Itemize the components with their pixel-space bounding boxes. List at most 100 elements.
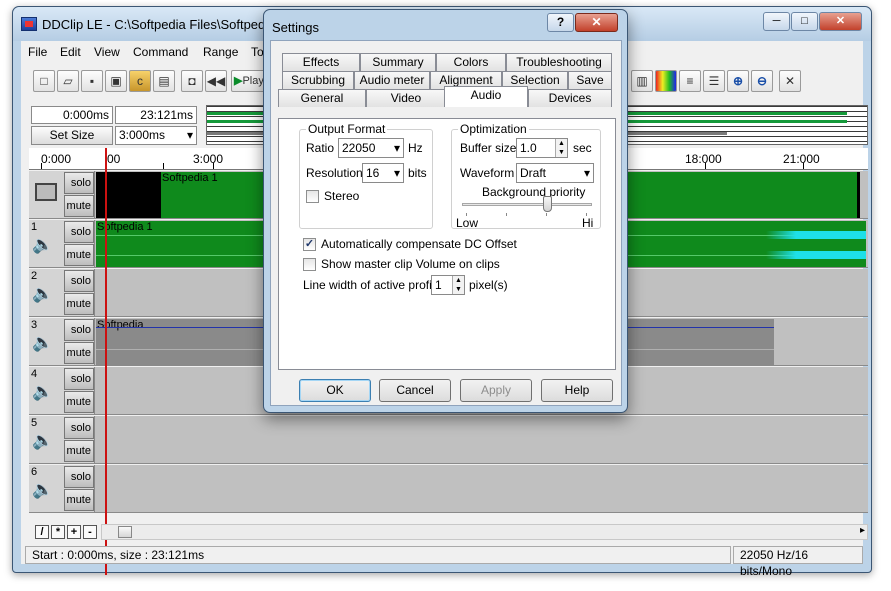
solo-button[interactable]: solo	[64, 270, 94, 292]
maximize-button[interactable]: □	[791, 12, 818, 31]
plus-button[interactable]: +	[67, 525, 81, 539]
ruler-tick	[163, 163, 164, 169]
speaker-icon[interactable]: 🔈	[32, 284, 53, 304]
mute-button[interactable]: mute	[64, 342, 94, 364]
zoom-out-icon[interactable]: ⊖	[751, 70, 773, 92]
slash-button[interactable]: /	[35, 525, 49, 539]
ratio-select[interactable]: 22050	[338, 138, 404, 158]
horizontal-scrollbar[interactable]: ▸	[101, 524, 868, 540]
star-button[interactable]: *	[51, 525, 65, 539]
priority-slider-thumb[interactable]	[542, 196, 552, 212]
start-position-field[interactable]: 0:000ms	[31, 106, 113, 124]
menu-file[interactable]: File	[28, 45, 47, 59]
film-icon[interactable]: ▤	[153, 70, 175, 92]
tab-scrubbing[interactable]: Scrubbing	[282, 71, 354, 89]
spinner-arrows-icon[interactable]: ▲ ▼	[452, 276, 464, 294]
tab-general[interactable]: General	[278, 89, 366, 107]
length-field[interactable]: 23:121ms	[115, 106, 197, 124]
track-remove-icon[interactable]: ☰	[703, 70, 725, 92]
stereo-checkbox[interactable]	[306, 190, 319, 203]
speaker-icon[interactable]: 🔈	[32, 333, 53, 353]
new-icon[interactable]: □	[33, 70, 55, 92]
tab-save[interactable]: Save	[568, 71, 612, 89]
clip-icon[interactable]: c	[129, 70, 151, 92]
open-icon[interactable]: ▱	[57, 70, 79, 92]
menu-edit[interactable]: Edit	[60, 45, 81, 59]
mute-button[interactable]: mute	[64, 391, 94, 413]
mute-button[interactable]: mute	[64, 244, 94, 266]
spinner-arrows-icon[interactable]: ▲ ▼	[555, 139, 567, 157]
menu-range[interactable]: Range	[203, 45, 238, 59]
waveform-peak	[766, 251, 866, 259]
speaker-icon[interactable]: 🔈	[32, 431, 53, 451]
tools-icon[interactable]: ✕	[779, 70, 801, 92]
dialog-title: Settings	[272, 20, 319, 35]
zoom-in-icon[interactable]: ⊕	[727, 70, 749, 92]
waveform-select[interactable]: Draft	[516, 163, 594, 183]
dialog-help-caption-button[interactable]: ?	[547, 13, 574, 32]
mixer-icon[interactable]: ▥	[631, 70, 653, 92]
menu-view[interactable]: View	[94, 45, 120, 59]
monitor-icon	[35, 183, 57, 201]
playhead-cursor[interactable]	[105, 148, 107, 575]
minimize-button[interactable]: ─	[763, 12, 790, 31]
mute-button[interactable]: mute	[64, 195, 94, 217]
line-width-spinner[interactable]: 1 ▲ ▼	[431, 275, 465, 295]
minus-button[interactable]: -	[83, 525, 97, 539]
set-size-button[interactable]: Set Size	[31, 126, 113, 145]
waveform-peak	[766, 231, 866, 239]
output-format-title: Output Format	[306, 122, 388, 136]
close-button[interactable]: ✕	[819, 12, 862, 31]
auto-dc-checkbox[interactable]: ✓	[303, 238, 316, 251]
solo-button[interactable]: solo	[64, 368, 94, 390]
solo-button[interactable]: solo	[64, 319, 94, 341]
mute-button[interactable]: mute	[64, 489, 94, 511]
tab-video[interactable]: Video	[366, 89, 446, 107]
ruler-tick	[213, 163, 214, 169]
cancel-button[interactable]: Cancel	[379, 379, 451, 402]
solo-button[interactable]: solo	[64, 172, 94, 194]
resolution-select[interactable]: 16	[362, 163, 404, 183]
solo-button[interactable]: solo	[64, 221, 94, 243]
app-icon	[21, 17, 37, 31]
mute-button[interactable]: mute	[64, 440, 94, 462]
buffer-size-value: 1.0	[520, 141, 537, 155]
ok-button[interactable]: OK	[299, 379, 371, 402]
speaker-icon[interactable]: 🔈	[32, 382, 53, 402]
rewind-icon[interactable]: ◀◀	[205, 70, 227, 92]
menu-command[interactable]: Command	[133, 45, 188, 59]
line-width-value: 1	[435, 278, 442, 292]
speaker-icon[interactable]: 🔈	[32, 480, 53, 500]
help-button[interactable]: Help	[541, 379, 613, 402]
master-volume-checkbox[interactable]	[303, 258, 316, 271]
master-volume-label: Show master clip Volume on clips	[321, 257, 500, 271]
solo-button[interactable]: solo	[64, 466, 94, 488]
stereo-label: Stereo	[324, 189, 360, 203]
tab-colors[interactable]: Colors	[436, 53, 506, 71]
tab-audio-meter[interactable]: Audio meter	[354, 71, 430, 89]
save-as-icon[interactable]: ▣	[105, 70, 127, 92]
play-button[interactable]: ▶Play	[231, 70, 267, 92]
tab-devices[interactable]: Devices	[528, 89, 612, 107]
scrollbar-thumb[interactable]	[118, 526, 132, 538]
slider-tick	[546, 213, 547, 216]
solo-button[interactable]: solo	[64, 417, 94, 439]
save-icon[interactable]: ▪	[81, 70, 103, 92]
speaker-icon[interactable]: 🔈	[32, 235, 53, 255]
tab-audio[interactable]: Audio	[444, 86, 528, 107]
tab-troubleshooting[interactable]: Troubleshooting	[506, 53, 612, 71]
track-number: 1	[31, 221, 38, 233]
record-icon[interactable]: ◘	[181, 70, 203, 92]
tab-effects[interactable]: Effects	[282, 53, 360, 71]
tab-summary[interactable]: Summary	[360, 53, 436, 71]
menu-tools[interactable]: To	[251, 45, 264, 59]
track-stack-icon[interactable]: ≡	[679, 70, 701, 92]
size-select[interactable]: 3:000ms	[115, 126, 197, 145]
equalizer-icon[interactable]	[655, 70, 677, 92]
priority-slider-track[interactable]	[462, 203, 592, 206]
mute-button[interactable]: mute	[64, 293, 94, 315]
buffer-size-spinner[interactable]: 1.0 ▲ ▼	[516, 138, 568, 158]
scroll-right-icon[interactable]: ▸	[860, 525, 865, 536]
apply-button[interactable]: Apply	[460, 379, 532, 402]
dialog-close-button[interactable]: ✕	[575, 13, 618, 32]
